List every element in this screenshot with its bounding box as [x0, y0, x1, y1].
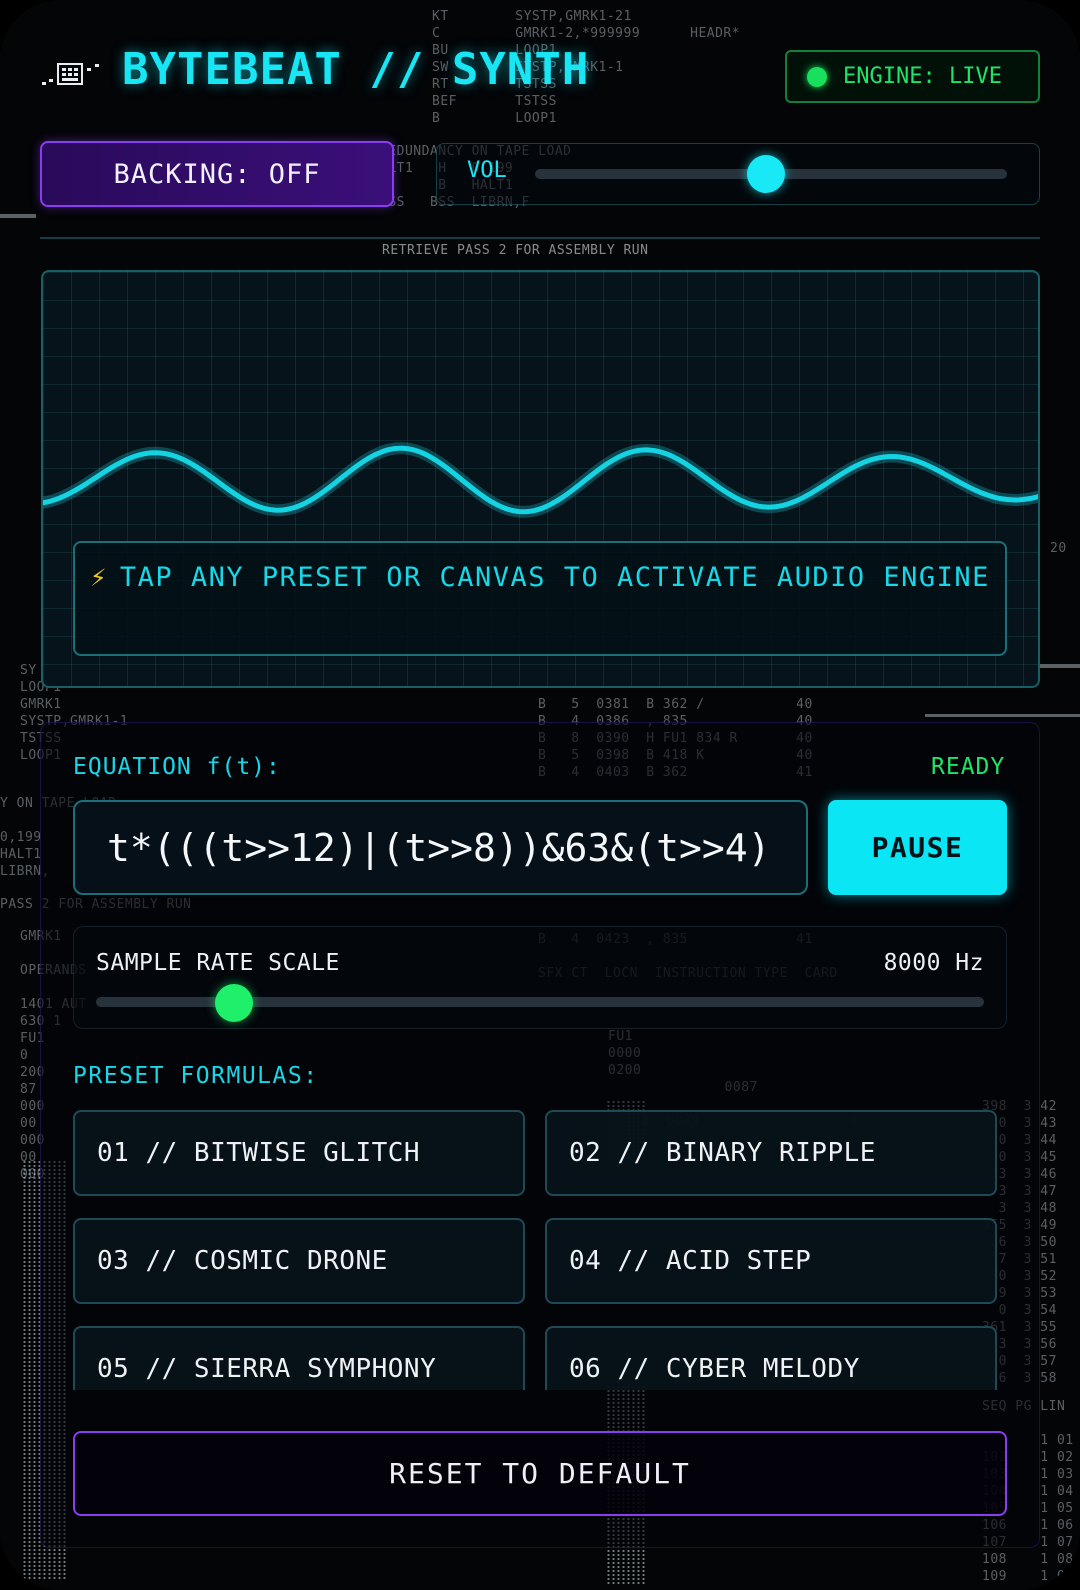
preset-button-sierra-symphony[interactable]: 05 // SIERRA SYMPHONY [73, 1326, 525, 1390]
background-rule [0, 214, 36, 218]
preset-button-bitwise-glitch[interactable]: 01 // BITWISE GLITCH [73, 1110, 525, 1196]
preset-formulas-heading: PRESET FORMULAS: [73, 1063, 319, 1089]
retro-computer-icon [42, 63, 99, 85]
app-screen: KT SYSTP,GMRK1-21 C GMRK1-2,*999999 HEAD… [0, 0, 1080, 1590]
equation-label: EQUATION f(t): [73, 754, 281, 780]
volume-label: VOL [467, 158, 507, 183]
sample-rate-slider-thumb[interactable] [214, 984, 253, 1022]
activate-audio-message: TAP ANY PRESET OR CANVAS TO ACTIVATE AUD… [119, 562, 990, 593]
preset-button-cosmic-drone[interactable]: 03 // COSMIC DRONE [73, 1218, 525, 1304]
backing-toggle-button[interactable]: BACKING: OFF [40, 141, 394, 207]
background-rule [925, 714, 1080, 717]
app-title: BYTEBEAT // SYNTH [122, 44, 590, 95]
background-rule [1036, 664, 1080, 668]
equation-input[interactable] [73, 800, 808, 895]
reset-to-default-button[interactable]: RESET TO DEFAULT [73, 1431, 1007, 1516]
equation-status: READY [931, 754, 1006, 780]
section-divider [40, 237, 1040, 239]
preset-grid: 01 // BITWISE GLITCH 02 // BINARY RIPPLE… [73, 1110, 1007, 1390]
sample-rate-value: 8000 Hz [883, 950, 984, 976]
sample-rate-label: SAMPLE RATE SCALE [96, 950, 340, 976]
preset-list[interactable]: 01 // BITWISE GLITCH 02 // BINARY RIPPLE… [73, 1110, 1007, 1390]
status-dot-icon [807, 66, 827, 87]
activate-audio-notice[interactable]: ⚡ TAP ANY PRESET OR CANVAS TO ACTIVATE AU… [73, 541, 1007, 656]
engine-status-label: ENGINE: LIVE [843, 64, 1002, 89]
preset-button-acid-step[interactable]: 04 // ACID STEP [545, 1218, 997, 1304]
pause-button[interactable]: PAUSE [828, 800, 1007, 895]
lightning-bolt-icon: ⚡ [90, 562, 108, 593]
preset-button-binary-ripple[interactable]: 02 // BINARY RIPPLE [545, 1110, 997, 1196]
preset-button-cyber-melody[interactable]: 06 // CYBER MELODY [545, 1326, 997, 1390]
volume-slider-thumb[interactable] [747, 155, 786, 193]
sample-rate-control [73, 926, 1007, 1029]
engine-status-badge: ENGINE: LIVE [785, 50, 1040, 103]
background-listing-right-a: 20 [1050, 541, 1067, 556]
background-listing-assembly: RETRIEVE PASS 2 FOR ASSEMBLY RUN [382, 243, 649, 258]
